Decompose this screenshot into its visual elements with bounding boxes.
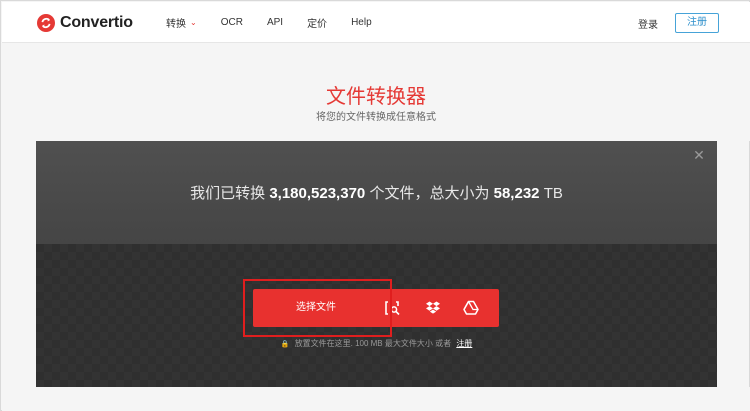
lock-icon: 🔒 <box>280 341 290 348</box>
nav-item-pricing[interactable]: 定价 <box>307 15 327 30</box>
stats-middle: 个文件，总大小为 <box>369 185 490 202</box>
highlight-box <box>243 279 392 337</box>
google-drive-icon[interactable] <box>463 300 479 316</box>
convertio-logo-icon <box>37 14 55 32</box>
page-title: 文件转换器 <box>326 86 426 108</box>
size-unit: TB <box>543 185 563 202</box>
stats-prefix: 我们已转换 <box>190 185 266 202</box>
brand-name: Convertio <box>60 14 133 31</box>
nav-item-help[interactable]: Help <box>351 17 372 28</box>
nav-item-api[interactable]: API <box>267 17 283 28</box>
nav-item-label: API <box>266 17 284 28</box>
total-size: 58,232 <box>493 185 540 202</box>
converter-panel: ✕ 我们已转换 3,180,523,370 个文件，总大小为 58,232 TB… <box>36 141 717 387</box>
chevron-down-icon: ⌄ <box>190 18 197 27</box>
main-nav: 转换 ⌄ OCR API 定价 Help <box>166 15 396 30</box>
drop-hint: 🔒 放置文件在这里. 100 MB 最大文件大小 或者 注册 <box>36 338 717 349</box>
page-frame: Convertio 转换 ⌄ OCR API 定价 Help 登录 注册 文件转… <box>0 0 750 411</box>
register-button[interactable]: 注册 <box>675 13 719 33</box>
nav-item-label: 定价 <box>307 19 328 30</box>
nav-item-label: 转换 <box>166 19 186 30</box>
nav-item-convert[interactable]: 转换 ⌄ <box>166 15 197 30</box>
nav-item-label: OCR <box>220 17 243 28</box>
hint-register-link[interactable]: 注册 <box>456 339 472 348</box>
stats-banner: ✕ 我们已转换 3,180,523,370 个文件，总大小为 58,232 TB <box>36 141 717 244</box>
login-link[interactable]: 登录 <box>638 16 658 31</box>
top-header: Convertio 转换 ⌄ OCR API 定价 Help 登录 注册 <box>2 2 750 43</box>
page-bottom <box>2 387 750 411</box>
nav-item-label: Help <box>351 17 372 28</box>
close-icon[interactable]: ✕ <box>693 148 705 162</box>
conversion-stats: 我们已转换 3,180,523,370 个文件，总大小为 58,232 TB <box>36 182 717 203</box>
files-count: 3,180,523,370 <box>269 185 366 202</box>
dropbox-icon[interactable] <box>425 300 441 316</box>
page-subtitle: 将您的文件转换成任意格式 <box>316 112 436 123</box>
hero-section: 文件转换器 将您的文件转换成任意格式 <box>2 43 750 141</box>
nav-item-ocr[interactable]: OCR <box>221 17 243 28</box>
drop-hint-text: 放置文件在这里. 100 MB 最大文件大小 或者 <box>294 339 452 348</box>
brand-logo[interactable]: Convertio <box>37 13 133 33</box>
